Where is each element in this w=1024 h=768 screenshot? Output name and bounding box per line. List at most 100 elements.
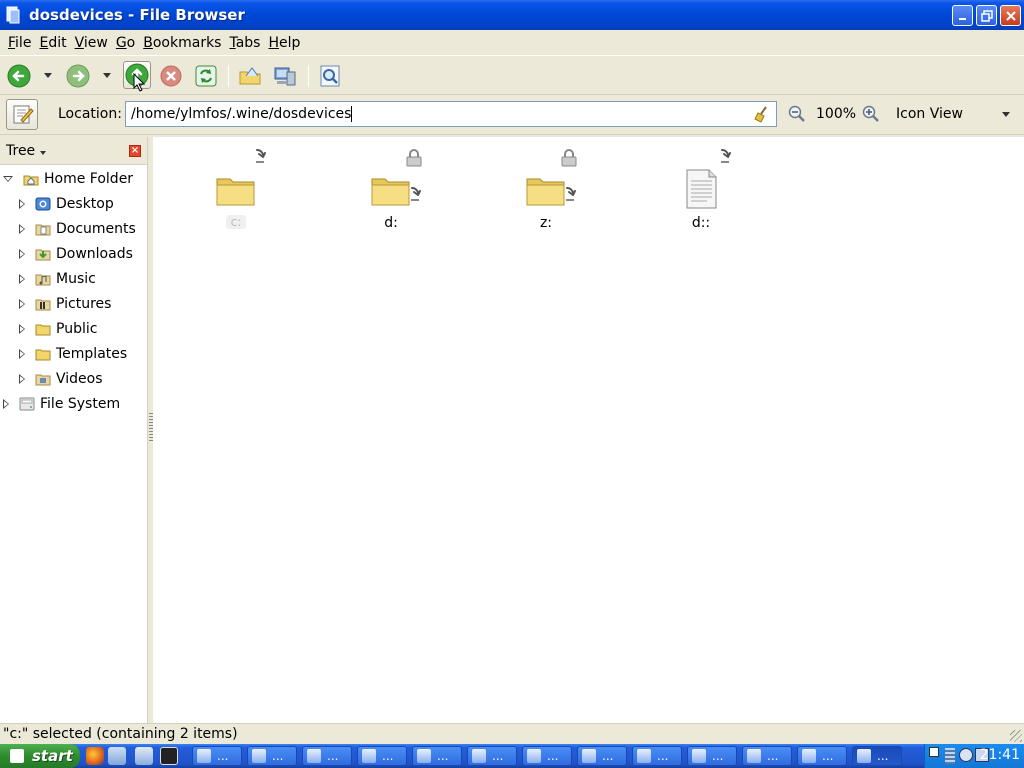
- file-manager-icon[interactable]: [108, 747, 126, 765]
- menu-file[interactable]: File: [4, 35, 35, 51]
- collapse-arrow-icon[interactable]: [3, 175, 13, 182]
- file-item-d-drive[interactable]: d:: [341, 145, 441, 245]
- toolbar-separator: [308, 65, 309, 87]
- taskbar-task-button[interactable]: ...: [522, 746, 572, 766]
- task-label: ...: [492, 749, 504, 763]
- expand-arrow-icon[interactable]: [19, 373, 25, 384]
- reload-button[interactable]: [194, 64, 218, 88]
- task-label: ...: [547, 749, 559, 763]
- public-folder-icon: [35, 321, 51, 337]
- taskbar-task-button[interactable]: ...: [577, 746, 627, 766]
- expand-arrow-icon[interactable]: [19, 248, 25, 259]
- tray-volume-icon[interactable]: [945, 748, 955, 764]
- tree-item-pictures[interactable]: Pictures: [19, 291, 111, 316]
- task-label: ...: [602, 749, 614, 763]
- task-window-icon: [857, 749, 871, 763]
- window-resize-grip[interactable]: [1010, 730, 1022, 742]
- browser-icon[interactable]: [135, 747, 153, 765]
- side-pane: Tree × Home Folder Desktop Documents Downlo…: [0, 137, 148, 723]
- file-item-d-drive[interactable]: d::: [651, 145, 751, 245]
- computer-button[interactable]: [273, 64, 297, 88]
- symlink-emblem-icon: [252, 147, 268, 165]
- file-item-c-drive[interactable]: c:: [186, 145, 286, 245]
- expand-arrow-icon[interactable]: [19, 198, 25, 209]
- task-label: ...: [822, 749, 834, 763]
- tree-item-public[interactable]: Public: [19, 316, 97, 341]
- menu-tabs[interactable]: Tabs: [225, 35, 264, 51]
- back-history-dropdown[interactable]: [44, 73, 52, 78]
- firefox-icon[interactable]: [86, 747, 104, 765]
- tray-network-icon[interactable]: [959, 748, 973, 762]
- location-input[interactable]: /home/ylmfos/.wine/dosdevices: [125, 101, 777, 127]
- zoom-out-icon[interactable]: [788, 105, 806, 123]
- search-button[interactable]: [318, 64, 342, 88]
- maximize-button[interactable]: [976, 5, 997, 26]
- icon-view[interactable]: c: d: z: d::: [153, 137, 1024, 723]
- clear-location-icon[interactable]: [753, 105, 771, 123]
- tree-item-downloads[interactable]: Downloads: [19, 241, 133, 266]
- tree-item-music[interactable]: Music: [19, 266, 96, 291]
- tree-item-desktop[interactable]: Desktop: [19, 191, 114, 216]
- task-window-icon: [362, 749, 376, 763]
- forward-button[interactable]: [66, 64, 90, 88]
- menu-view[interactable]: View: [71, 35, 112, 51]
- taskbar-task-button[interactable]: ...: [302, 746, 352, 766]
- expand-arrow-icon[interactable]: [3, 398, 9, 409]
- side-pane-type-selector[interactable]: Tree: [6, 142, 47, 159]
- tree-item-file-system[interactable]: File System: [3, 391, 120, 416]
- stop-button[interactable]: [159, 64, 183, 88]
- file-name-label: c:: [226, 215, 246, 229]
- taskbar-task-button[interactable]: ...: [247, 746, 297, 766]
- view-mode-select[interactable]: Icon View: [890, 101, 1020, 127]
- taskbar-task-button[interactable]: ...: [192, 746, 242, 766]
- expand-arrow-icon[interactable]: [19, 223, 25, 234]
- tree-item-documents[interactable]: Documents: [19, 216, 136, 241]
- file-name-label: d:: [384, 215, 398, 231]
- desktop-icon: [35, 196, 51, 212]
- tray-window-icon[interactable]: [929, 747, 939, 757]
- start-button[interactable]: start: [0, 744, 80, 768]
- task-label: ...: [877, 749, 889, 763]
- taskbar-task-button[interactable]: ...: [797, 746, 847, 766]
- expand-arrow-icon[interactable]: [19, 273, 25, 284]
- menu-go[interactable]: Go: [112, 35, 139, 51]
- file-item-z-drive[interactable]: z:: [496, 145, 596, 245]
- close-pane-icon[interactable]: ×: [129, 145, 141, 157]
- expand-arrow-icon[interactable]: [19, 348, 25, 359]
- taskbar-task-button[interactable]: ...: [632, 746, 682, 766]
- menu-help[interactable]: Help: [264, 35, 304, 51]
- expand-arrow-icon[interactable]: [19, 298, 25, 309]
- zoom-level[interactable]: 100%: [816, 106, 856, 122]
- taskbar-task-button[interactable]: ...: [412, 746, 462, 766]
- home-button[interactable]: [238, 64, 262, 88]
- computer-icon: [274, 67, 296, 86]
- tree-item-home-folder[interactable]: Home Folder: [3, 166, 133, 191]
- back-button[interactable]: [7, 64, 31, 88]
- taskbar-task-button[interactable]: ...: [687, 746, 737, 766]
- menu-edit[interactable]: Edit: [35, 35, 70, 51]
- clock[interactable]: 21:41: [980, 747, 1020, 763]
- chevron-down-icon: [1002, 112, 1010, 117]
- task-label: ...: [657, 749, 669, 763]
- minimize-button[interactable]: [952, 5, 973, 26]
- taskbar-task-button[interactable]: ...: [357, 746, 407, 766]
- text-file-icon: [679, 167, 723, 211]
- zoom-in-icon[interactable]: [862, 105, 880, 123]
- taskbar-task-button[interactable]: ...: [467, 746, 517, 766]
- tree-item-videos[interactable]: Videos: [19, 366, 103, 391]
- close-button[interactable]: [1000, 5, 1021, 26]
- side-pane-title: Tree: [6, 142, 36, 159]
- terminal-icon[interactable]: [160, 747, 178, 765]
- location-edit-toggle[interactable]: [6, 99, 38, 130]
- view-mode-label: Icon View: [896, 106, 963, 122]
- taskbar-task-button[interactable]: ...: [852, 746, 902, 766]
- location-bar: Location: /home/ylmfos/.wine/dosdevices …: [0, 95, 1024, 135]
- forward-history-dropdown[interactable]: [103, 73, 111, 78]
- start-logo-icon: [10, 749, 24, 763]
- tree-item-label: Public: [56, 320, 98, 337]
- title-bar[interactable]: dosdevices - File Browser: [0, 0, 1024, 30]
- expand-arrow-icon[interactable]: [19, 323, 25, 334]
- taskbar-task-button[interactable]: ...: [742, 746, 792, 766]
- tree-item-templates[interactable]: Templates: [19, 341, 127, 366]
- menu-bookmarks[interactable]: Bookmarks: [139, 35, 225, 51]
